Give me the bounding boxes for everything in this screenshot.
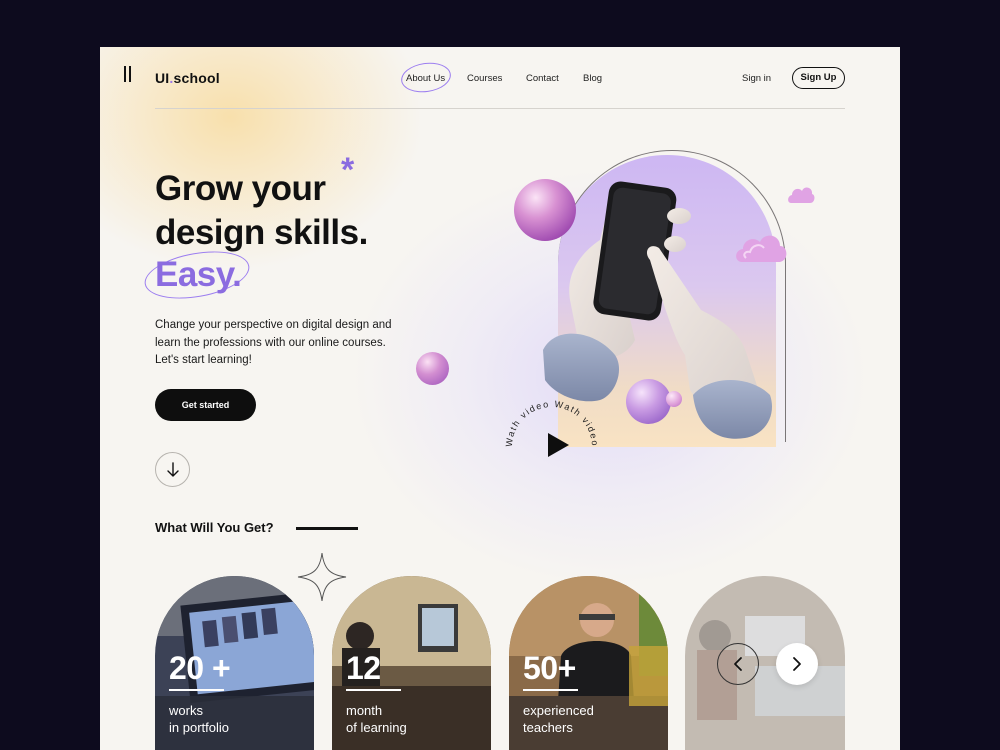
stat-label-line-2: in portfolio: [169, 720, 229, 735]
hero-title-line-2: design skills.: [155, 213, 368, 252]
section-title: What Will You Get?: [155, 520, 274, 535]
chevron-left-icon: [734, 657, 742, 671]
stat-card-portfolio[interactable]: 20 + works in portfolio: [155, 576, 314, 750]
scroll-down-button[interactable]: [155, 452, 190, 487]
decorative-sphere-small: [416, 352, 449, 385]
asterisk-decoration: *: [341, 151, 355, 189]
stat-divider: [169, 689, 224, 691]
carousel-next-button[interactable]: [776, 643, 818, 685]
chevron-right-icon: [793, 657, 801, 671]
carousel-prev-button[interactable]: [717, 643, 759, 685]
logo-bars-icon[interactable]: [124, 66, 132, 82]
stat-divider: [346, 689, 401, 691]
nav-item-contact[interactable]: Contact: [526, 73, 559, 84]
stat-label-line-1: month: [346, 703, 383, 718]
hero-title-line-1: Grow your: [155, 169, 326, 208]
hero-title: Grow your design skills.: [155, 167, 368, 255]
stat-label-line-2: teachers: [523, 720, 573, 735]
nav-item-blog[interactable]: Blog: [583, 73, 602, 84]
brand-name-prefix: UI: [155, 70, 170, 86]
stat-value: 20 +: [169, 650, 231, 686]
brand-name-suffix: school: [173, 70, 220, 86]
stat-label-line-1: works: [169, 703, 203, 718]
stat-value: 12: [346, 650, 381, 686]
stat-card-faded: [685, 576, 845, 750]
stat-card-teachers[interactable]: 50+ experienced teachers: [509, 576, 668, 750]
stat-label: experienced teachers: [523, 702, 653, 736]
arrow-down-icon: [166, 461, 179, 477]
brand-logo[interactable]: UI.school: [155, 70, 220, 86]
stat-label-line-1: experienced: [523, 703, 594, 718]
play-icon[interactable]: [548, 433, 569, 457]
get-started-button[interactable]: Get started: [155, 389, 256, 421]
decorative-sphere-tiny: [666, 391, 682, 407]
landing-page: UI.school About Us Courses Contact Blog …: [100, 47, 900, 750]
header-divider: [155, 108, 845, 109]
card-photo-faded: [685, 576, 845, 750]
stat-label: works in portfolio: [169, 702, 299, 736]
decorative-sphere-large: [514, 179, 576, 241]
hero-description: Change your perspective on digital desig…: [155, 319, 392, 366]
stat-label-line-2: of learning: [346, 720, 407, 735]
stat-divider: [523, 689, 578, 691]
nav-item-about-us[interactable]: About Us: [406, 73, 445, 84]
signup-button[interactable]: Sign Up: [792, 67, 845, 89]
stat-label: month of learning: [346, 702, 476, 736]
section-title-rule: [296, 527, 358, 530]
hero-title-highlight: Easy.: [155, 255, 242, 294]
cloud-decoration-large: [736, 235, 787, 262]
stat-card-learning[interactable]: 12 month of learning: [332, 576, 491, 750]
signin-link[interactable]: Sign in: [742, 73, 771, 84]
decorative-sphere-medium: [626, 379, 671, 424]
stat-value: 50+: [523, 650, 576, 686]
cloud-decoration-small: [788, 187, 815, 203]
nav-item-courses[interactable]: Courses: [467, 73, 502, 84]
